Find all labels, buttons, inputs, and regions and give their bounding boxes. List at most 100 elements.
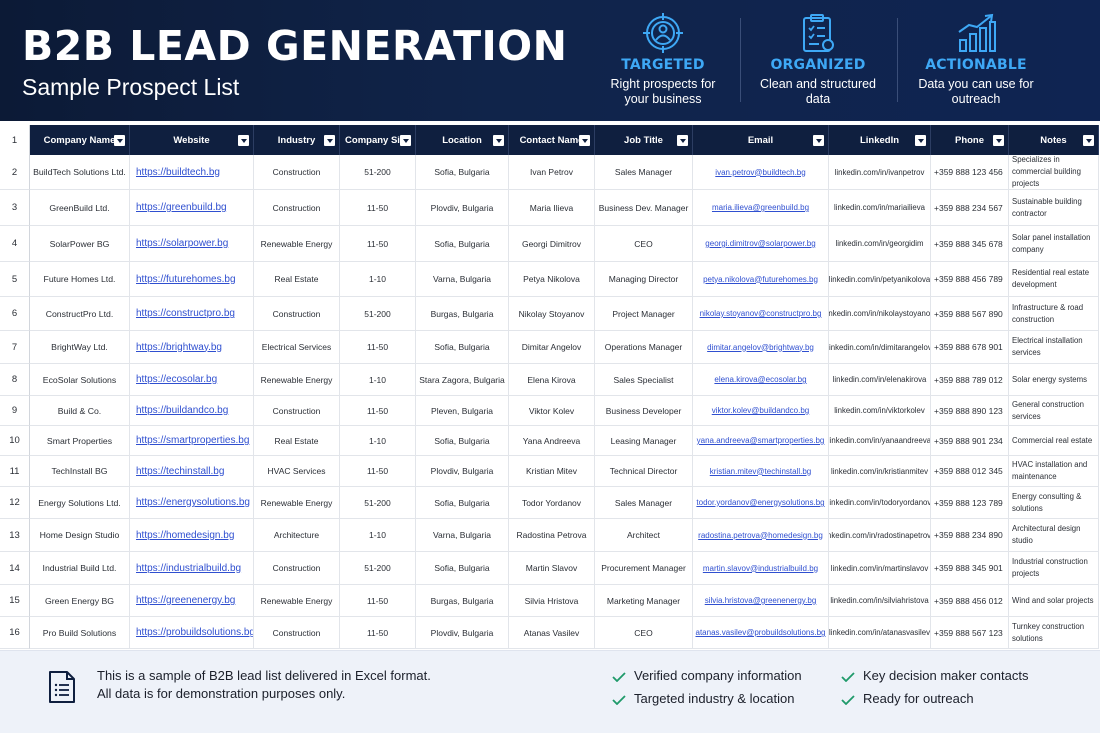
cell-location[interactable]: Burgas, Bulgaria [416,297,509,331]
cell-company-size[interactable]: 51-200 [340,155,416,190]
cell-website[interactable]: https://brightway.bg [130,331,254,364]
cell-job-title[interactable]: Business Developer [595,396,693,426]
cell-notes[interactable]: Infrastructure & road construction [1009,297,1099,331]
email-link[interactable]: elena.kirova@ecosolar.bg [714,375,806,384]
cell-phone[interactable]: +359 888 789 012 [931,364,1009,396]
cell-website[interactable]: https://solarpower.bg [130,226,254,262]
cell-linkedin[interactable]: linkedin.com/in/georgidim [829,226,931,262]
cell-location[interactable]: Sofia, Bulgaria [416,331,509,364]
website-link[interactable]: https://greenbuild.bg [136,202,227,213]
cell-website[interactable]: https://ecosolar.bg [130,364,254,396]
email-link[interactable]: petya.nikolova@futurehomes.bg [703,275,818,284]
website-link[interactable]: https://ecosolar.bg [136,374,217,385]
cell-phone[interactable]: +359 888 678 901 [931,331,1009,364]
filter-dropdown-icon[interactable] [677,135,688,146]
cell-contact-name[interactable]: Dimitar Angelov [509,331,595,364]
cell-phone[interactable]: +359 888 234 890 [931,519,1009,552]
cell-email[interactable]: elena.kirova@ecosolar.bg [693,364,829,396]
cell-website[interactable]: https://energysolutions.bg [130,487,254,519]
cell-phone[interactable]: +359 888 123 789 [931,487,1009,519]
cell-company-name[interactable]: Pro Build Solutions [30,617,130,649]
cell-contact-name[interactable]: Nikolay Stoyanov [509,297,595,331]
cell-job-title[interactable]: Technical Director [595,456,693,487]
cell-contact-name[interactable]: Kristian Mitev [509,456,595,487]
cell-location[interactable]: Burgas, Bulgaria [416,585,509,617]
cell-notes[interactable]: Solar panel installation company [1009,226,1099,262]
cell-company-name[interactable]: SolarPower BG [30,226,130,262]
cell-industry[interactable]: HVAC Services [254,456,340,487]
cell-job-title[interactable]: CEO [595,226,693,262]
cell-phone[interactable]: +359 888 345 678 [931,226,1009,262]
email-link[interactable]: kristian.mitev@techinstall.bg [710,467,812,476]
email-link[interactable]: silvia.hristova@greenenergy.bg [705,596,817,605]
cell-location[interactable]: Sofia, Bulgaria [416,487,509,519]
filter-dropdown-icon[interactable] [1083,135,1094,146]
cell-company-name[interactable]: BuildTech Solutions Ltd. [30,155,130,190]
cell-industry[interactable]: Construction [254,617,340,649]
column-header-job-title[interactable]: Job Title [595,125,693,155]
cell-linkedin[interactable]: linkedin.com/in/silviahristova [829,585,931,617]
filter-dropdown-icon[interactable] [993,135,1004,146]
cell-company-name[interactable]: Home Design Studio [30,519,130,552]
cell-industry[interactable]: Renewable Energy [254,585,340,617]
column-header-email[interactable]: Email [693,125,829,155]
cell-contact-name[interactable]: Martin Slavov [509,552,595,585]
cell-phone[interactable]: +359 888 456 012 [931,585,1009,617]
cell-notes[interactable]: Industrial construction projects [1009,552,1099,585]
cell-job-title[interactable]: CEO [595,617,693,649]
email-link[interactable]: viktor.kolev@buildandco.bg [712,406,810,415]
cell-location[interactable]: Pleven, Bulgaria [416,396,509,426]
cell-phone[interactable]: +359 888 234 567 [931,190,1009,226]
email-link[interactable]: nikolay.stoyanov@constructpro.bg [700,309,822,318]
cell-notes[interactable]: HVAC installation and maintenance [1009,456,1099,487]
cell-phone[interactable]: +359 888 123 456 [931,155,1009,190]
cell-company-size[interactable]: 11-50 [340,585,416,617]
column-header-phone[interactable]: Phone [931,125,1009,155]
cell-job-title[interactable]: Procurement Manager [595,552,693,585]
cell-contact-name[interactable]: Silvia Hristova [509,585,595,617]
cell-linkedin[interactable]: linkedin.com/in/radostinapetrova [829,519,931,552]
cell-email[interactable]: kristian.mitev@techinstall.bg [693,456,829,487]
cell-email[interactable]: petya.nikolova@futurehomes.bg [693,262,829,297]
cell-company-name[interactable]: TechInstall BG [30,456,130,487]
cell-location[interactable]: Sofia, Bulgaria [416,155,509,190]
cell-website[interactable]: https://buildtech.bg [130,155,254,190]
column-header-contact-name[interactable]: Contact Name [509,125,595,155]
cell-contact-name[interactable]: Atanas Vasilev [509,617,595,649]
cell-notes[interactable]: Energy consulting & solutions [1009,487,1099,519]
email-link[interactable]: atanas.vasilev@probuildsolutions.bg [696,628,826,637]
cell-notes[interactable]: Commercial real estate [1009,426,1099,456]
cell-job-title[interactable]: Sales Manager [595,155,693,190]
cell-industry[interactable]: Renewable Energy [254,226,340,262]
website-link[interactable]: https://probuildsolutions.bg [136,627,253,638]
column-header-notes[interactable]: Notes [1009,125,1099,155]
cell-location[interactable]: Plovdiv, Bulgaria [416,190,509,226]
cell-job-title[interactable]: Operations Manager [595,331,693,364]
cell-email[interactable]: martin.slavov@industrialbuild.bg [693,552,829,585]
website-link[interactable]: https://brightway.bg [136,342,222,353]
cell-company-size[interactable]: 11-50 [340,617,416,649]
email-link[interactable]: dimitar.angelov@brightway.bg [707,343,814,352]
cell-website[interactable]: https://buildandco.bg [130,396,254,426]
cell-location[interactable]: Sofia, Bulgaria [416,426,509,456]
cell-website[interactable]: https://greenenergy.bg [130,585,254,617]
cell-company-name[interactable]: Future Homes Ltd. [30,262,130,297]
cell-linkedin[interactable]: linkedin.com/in/yanaandreeva [829,426,931,456]
cell-linkedin[interactable]: linkedin.com/in/atanasvasilev [829,617,931,649]
cell-notes[interactable]: Turnkey construction solutions [1009,617,1099,649]
email-link[interactable]: martin.slavov@industrialbuild.bg [703,564,818,573]
cell-linkedin[interactable]: linkedin.com/in/ivanpetrov [829,155,931,190]
cell-email[interactable]: dimitar.angelov@brightway.bg [693,331,829,364]
cell-notes[interactable]: General construction services [1009,396,1099,426]
cell-website[interactable]: https://techinstall.bg [130,456,254,487]
cell-company-name[interactable]: Smart Properties [30,426,130,456]
cell-industry[interactable]: Electrical Services [254,331,340,364]
cell-email[interactable]: viktor.kolev@buildandco.bg [693,396,829,426]
cell-company-size[interactable]: 11-50 [340,190,416,226]
cell-phone[interactable]: +359 888 456 789 [931,262,1009,297]
cell-website[interactable]: https://industrialbuild.bg [130,552,254,585]
cell-website[interactable]: https://homedesign.bg [130,519,254,552]
cell-industry[interactable]: Architecture [254,519,340,552]
cell-linkedin[interactable]: linkedin.com/in/petyanikolova [829,262,931,297]
cell-location[interactable]: Stara Zagora, Bulgaria [416,364,509,396]
